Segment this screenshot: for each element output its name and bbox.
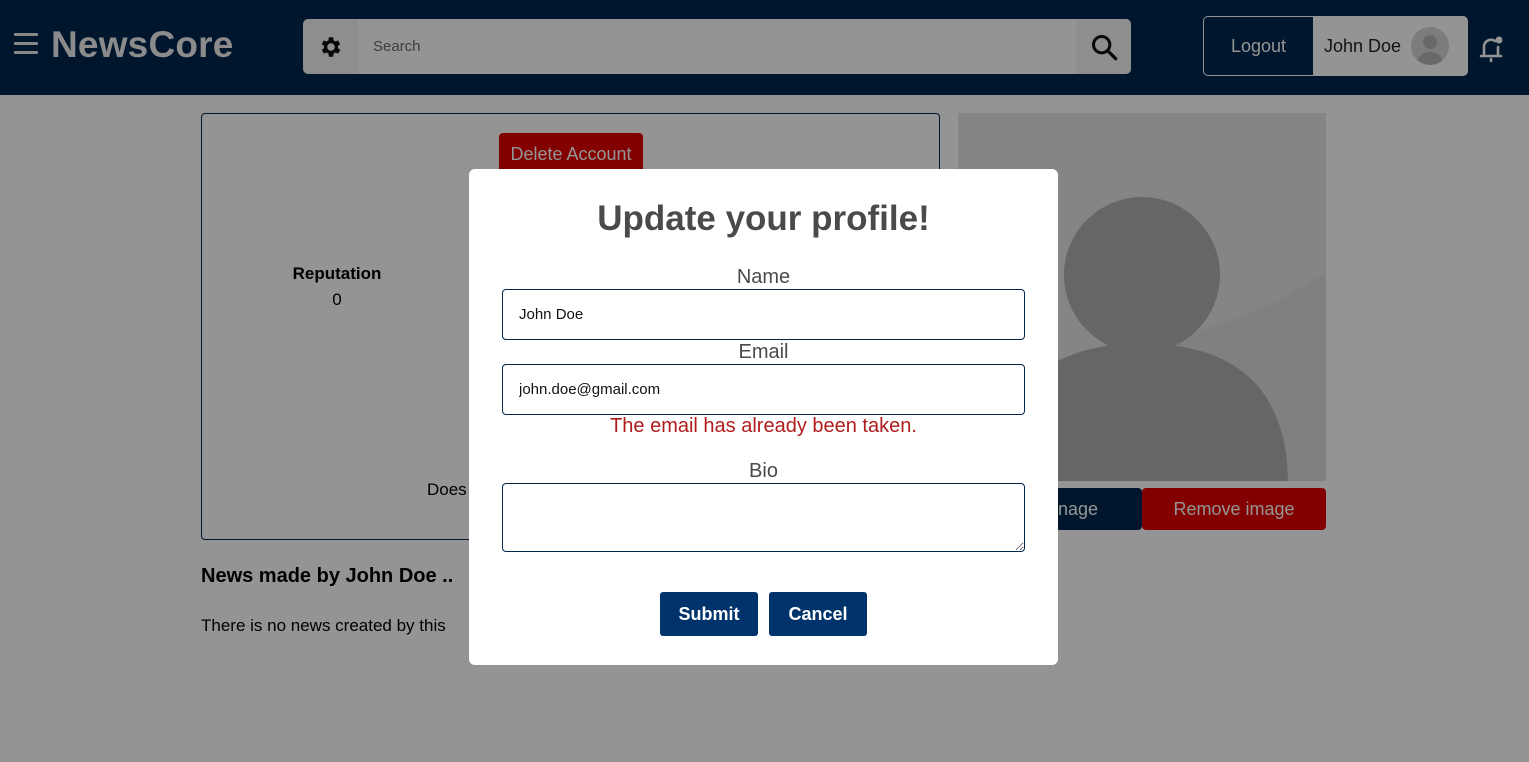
- name-label: Name: [736, 266, 791, 288]
- profile-page: NewsCore Logout John Doe: [0, 0, 1529, 762]
- email-error-message: The email has already been taken.: [610, 415, 917, 437]
- submit-button[interactable]: Submit: [660, 592, 758, 636]
- bio-label: Bio: [749, 460, 778, 482]
- modal-title: Update your profile!: [597, 199, 930, 238]
- update-profile-modal: Update your profile! Name Email The emai…: [469, 169, 1058, 665]
- email-field[interactable]: [502, 364, 1025, 415]
- name-field[interactable]: [502, 289, 1025, 340]
- cancel-button[interactable]: Cancel: [769, 592, 867, 636]
- bio-field[interactable]: [502, 483, 1025, 552]
- email-label: Email: [738, 341, 789, 363]
